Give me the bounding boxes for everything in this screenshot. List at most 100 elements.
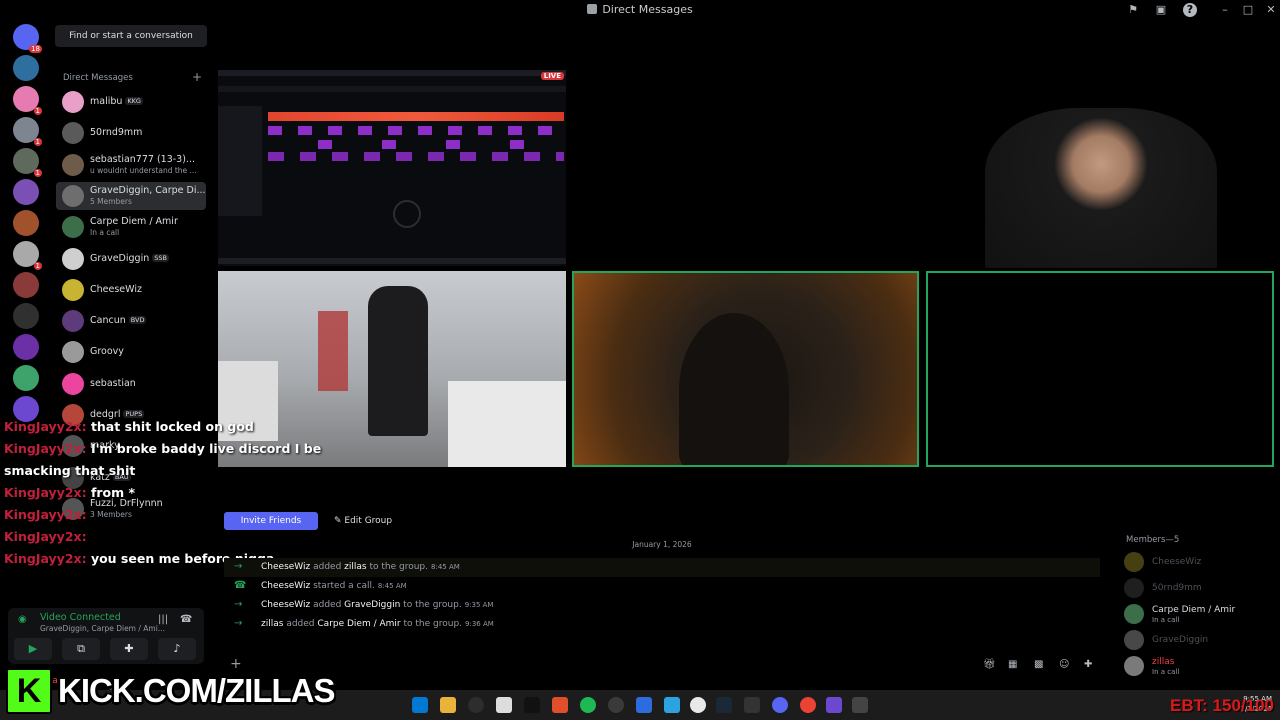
member-item[interactable]: zillas In a call xyxy=(1124,654,1274,680)
dm-item[interactable]: CheeseWiz xyxy=(56,276,206,304)
member-status: In a call xyxy=(1152,616,1180,624)
voice-panel: ◉ Video Connected GraveDiggin, Carpe Die… xyxy=(8,608,204,664)
event-rest: to the group. xyxy=(403,619,463,629)
file-explorer-icon[interactable] xyxy=(440,697,456,713)
actor-name[interactable]: zillas xyxy=(261,619,283,629)
dm-item[interactable]: sebastian777 (13-3)... u wouldnt understa… xyxy=(56,151,206,179)
daw-track xyxy=(268,112,564,121)
dm-item[interactable]: Cancun BVD xyxy=(56,307,206,335)
attach-icon[interactable]: + xyxy=(230,656,242,672)
server-icon[interactable] xyxy=(13,334,39,360)
app-icon[interactable] xyxy=(496,697,512,713)
member-item[interactable]: 50rnd9mm xyxy=(1124,576,1274,602)
daw-menubar xyxy=(218,70,566,76)
dm-item[interactable]: GraveDiggin SSB xyxy=(56,245,206,273)
chrome-icon[interactable] xyxy=(800,697,816,713)
dm-item[interactable]: Groovy xyxy=(56,338,206,366)
find-conversation-button[interactable]: Find or start a conversation xyxy=(55,25,207,47)
dm-item[interactable]: GraveDiggin, Carpe Di... 5 Members xyxy=(56,181,206,210)
close-icon[interactable]: ✕ xyxy=(1264,3,1278,17)
server-icon[interactable] xyxy=(13,210,39,236)
app-icon[interactable] xyxy=(524,697,540,713)
dm-name-text: sebastian xyxy=(90,377,136,389)
daw-toolbar xyxy=(218,86,566,92)
steam-icon[interactable] xyxy=(716,697,732,713)
emoji-icon[interactable]: ☺ xyxy=(1059,659,1069,670)
app-icon[interactable] xyxy=(636,697,652,713)
spotify-icon[interactable] xyxy=(580,697,596,713)
dm-item[interactable]: Carpe Diem / Amir In a call xyxy=(56,213,206,241)
boxes xyxy=(318,311,348,391)
server-icon[interactable] xyxy=(13,179,39,205)
create-dm-icon[interactable]: + xyxy=(192,70,202,84)
inbox-icon[interactable]: ▣ xyxy=(1154,3,1168,17)
app-icon[interactable] xyxy=(826,697,842,713)
join-arrow-icon: → xyxy=(234,618,243,629)
member-item[interactable]: CheeseWiz xyxy=(1124,550,1274,576)
dm-name: CheeseWiz xyxy=(90,284,142,295)
voice-status[interactable]: Video Connected xyxy=(40,612,121,623)
soundboard-button[interactable]: ♪ xyxy=(158,638,196,660)
daw-track xyxy=(268,126,564,135)
screen-share-button[interactable]: ⧉ xyxy=(62,638,100,660)
member-item[interactable]: Carpe Diem / Amir In a call xyxy=(1124,602,1274,628)
dm-item[interactable]: sebastian xyxy=(56,370,206,398)
server-icon[interactable]: 1 xyxy=(13,148,42,177)
disconnect-icon[interactable]: ☎ xyxy=(180,614,192,625)
dm-item[interactable]: malibu KKG xyxy=(56,88,206,116)
target-name[interactable]: Carpe Diem / Amir xyxy=(317,619,400,629)
gift-icon[interactable]: 🎁︎ xyxy=(983,659,996,670)
server-icon[interactable] xyxy=(13,365,39,391)
edit-group-button[interactable]: ✎ Edit Group xyxy=(326,512,406,530)
invite-friends-button[interactable]: Invite Friends xyxy=(224,512,318,530)
camera-tile-user[interactable] xyxy=(572,271,919,467)
discord-icon[interactable] xyxy=(772,697,788,713)
timestamp: 9:36 AM xyxy=(465,620,494,628)
server-icon[interactable] xyxy=(13,55,39,81)
date-divider: January 1, 2026 xyxy=(632,540,692,549)
start-icon[interactable] xyxy=(412,697,428,713)
member-list: Members—5 CheeseWiz 50rnd9mm Carpe Diem / … xyxy=(1116,532,1280,690)
member-item[interactable]: GraveDiggin xyxy=(1124,628,1274,654)
app-icon[interactable] xyxy=(468,697,484,713)
apps-icon[interactable]: ✚ xyxy=(1084,659,1092,670)
minimize-icon[interactable]: – xyxy=(1218,3,1232,17)
app-icon[interactable] xyxy=(852,697,868,713)
live-badge: LIVE xyxy=(540,72,564,80)
actor-name[interactable]: CheeseWiz xyxy=(261,581,310,591)
server-icon[interactable] xyxy=(13,303,39,329)
voice-channel[interactable]: GraveDiggin, Carpe Diem / Ami... xyxy=(40,624,165,633)
message-composer[interactable]: + 🎁︎ ▦ ▩ ☺ ✚ xyxy=(224,654,1104,678)
flag-icon[interactable]: ⚑ xyxy=(1126,3,1140,17)
chat-text: from * xyxy=(90,485,136,500)
server-icon[interactable]: 1 xyxy=(13,241,42,270)
sticker-icon[interactable]: ▩ xyxy=(1034,659,1043,670)
chat-text: I'm broke baddy live discord I be xyxy=(90,441,322,456)
maximize-icon[interactable]: □ xyxy=(1241,3,1255,17)
media-icon[interactable] xyxy=(690,697,706,713)
member-status: In a call xyxy=(1152,668,1180,676)
server-icon[interactable] xyxy=(13,272,39,298)
actor-name[interactable]: CheeseWiz xyxy=(261,600,310,610)
activities-button[interactable]: ✚ xyxy=(110,638,148,660)
dm-name-text: CheeseWiz xyxy=(90,283,142,295)
noise-suppression-icon[interactable]: ||| xyxy=(158,614,168,625)
camera-tile-empty[interactable] xyxy=(926,271,1274,467)
screen-share-tile[interactable]: LIVE xyxy=(218,70,566,266)
telegram-icon[interactable] xyxy=(664,697,680,713)
app-icon[interactable] xyxy=(608,697,624,713)
chat-text: that shit locked on god xyxy=(90,419,254,434)
silhouette xyxy=(679,313,789,465)
target-name[interactable]: GraveDiggin xyxy=(344,600,400,610)
server-icon[interactable]: 1 xyxy=(13,117,42,146)
target-name[interactable]: zillas xyxy=(344,562,366,572)
gif-icon[interactable]: ▦ xyxy=(1008,659,1017,670)
app-icon[interactable] xyxy=(744,697,760,713)
server-icon[interactable]: 18 xyxy=(13,24,42,53)
app-icon[interactable] xyxy=(552,697,568,713)
server-icon[interactable]: 1 xyxy=(13,86,42,115)
actor-name[interactable]: CheeseWiz xyxy=(261,562,310,572)
dm-item[interactable]: 50rnd9mm xyxy=(56,119,206,147)
help-icon[interactable]: ? xyxy=(1183,3,1197,17)
camera-button[interactable]: ▶ xyxy=(14,638,52,660)
